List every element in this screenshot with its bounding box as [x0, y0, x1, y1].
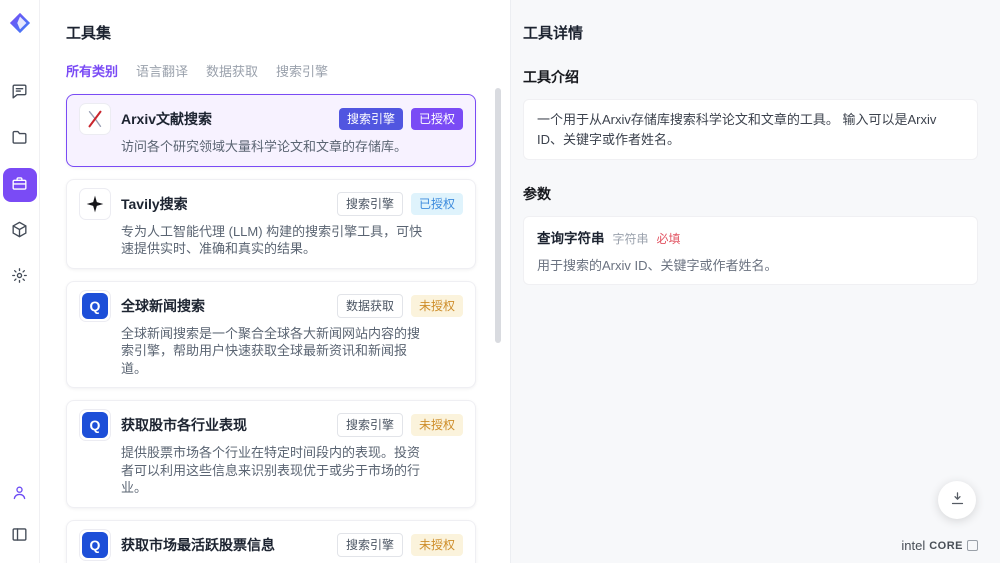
tool-title: Tavily搜索: [121, 194, 188, 214]
nav-items: [3, 76, 37, 294]
nav-rail: [0, 0, 40, 563]
tool-card-header: Q 获取股市各行业表现 搜索引擎 未授权: [79, 409, 463, 441]
category-badge: 搜索引擎: [337, 533, 403, 557]
tool-title: 全球新闻搜索: [121, 296, 205, 316]
nav-chat[interactable]: [3, 76, 37, 110]
category-badge: 搜索引擎: [339, 108, 403, 130]
tool-description: 全球新闻搜索是一个聚合全球各大新闻网站内容的搜索引擎，帮助用户快速获取全球最新资…: [121, 325, 423, 378]
tool-description: 专为人工智能代理 (LLM) 构建的搜索引擎工具，可快速提供实时、准确和真实的结…: [121, 223, 423, 258]
briefcase-icon: [10, 174, 29, 196]
market-logo: Q: [79, 409, 111, 441]
core-wordmark: CORE: [929, 540, 963, 552]
tool-card-header: Arxiv文献搜索 搜索引擎 已授权: [79, 103, 463, 135]
intro-heading: 工具介绍: [523, 67, 978, 87]
param-head: 查询字符串 字符串 必填: [537, 227, 964, 247]
tool-detail-pane: 工具详情 工具介绍 一个用于从Arxiv存储库搜索科学论文和文章的工具。 输入可…: [510, 0, 1000, 563]
panel-icon: [10, 525, 29, 547]
tab-data-fetch[interactable]: 数据获取: [206, 61, 258, 80]
tavily-logo: [79, 188, 111, 220]
tool-list-pane: 工具集 所有类别语言翻译数据获取搜索引擎 Arxiv文献搜索 搜索引擎 已授权 …: [40, 0, 510, 563]
core-tier-box: [967, 540, 978, 551]
auth-badge: 未授权: [411, 534, 463, 556]
download-button[interactable]: [938, 481, 976, 519]
param-description: 用于搜索的Arxiv ID、关键字或作者姓名。: [537, 255, 964, 274]
intro-card: 一个用于从Arxiv存储库搜索科学论文和文章的工具。 输入可以是Arxiv ID…: [523, 99, 978, 160]
tab-all-categories[interactable]: 所有类别: [66, 61, 118, 80]
tool-title: 获取市场最活跃股票信息: [121, 535, 275, 555]
nav-plugins[interactable]: [3, 214, 37, 248]
scrollbar-thumb[interactable]: [495, 88, 501, 343]
tool-card[interactable]: Tavily搜索 搜索引擎 已授权 专为人工智能代理 (LLM) 构建的搜索引擎…: [66, 179, 476, 269]
auth-badge: 未授权: [411, 414, 463, 436]
nav-settings[interactable]: [3, 260, 37, 294]
market-logo: Q: [79, 290, 111, 322]
tool-badges: 搜索引擎 已授权: [337, 192, 463, 216]
tool-card[interactable]: Q 获取股市各行业表现 搜索引擎 未授权 提供股票市场各个行业在特定时间段内的表…: [66, 400, 476, 508]
category-badge: 搜索引擎: [337, 192, 403, 216]
param-required-flag: 必填: [657, 230, 681, 247]
cube-icon: [10, 220, 29, 242]
category-badge: 数据获取: [337, 294, 403, 318]
tool-description: 访问各个研究领域大量科学论文和文章的存储库。: [121, 138, 423, 156]
download-icon: [949, 490, 966, 510]
tool-title: Arxiv文献搜索: [121, 109, 212, 129]
tool-card[interactable]: Arxiv文献搜索 搜索引擎 已授权 访问各个研究领域大量科学论文和文章的存储库…: [66, 94, 476, 167]
market-logo: Q: [79, 529, 111, 561]
tool-card-list: Arxiv文献搜索 搜索引擎 已授权 访问各个研究领域大量科学论文和文章的存储库…: [66, 94, 476, 563]
detail-title: 工具详情: [523, 22, 978, 43]
tab-search-engine[interactable]: 搜索引擎: [276, 61, 328, 80]
auth-badge: 已授权: [411, 193, 463, 215]
intel-wordmark: intel: [901, 538, 925, 553]
gear-icon: [10, 266, 29, 288]
tool-description: 提供股票市场各个行业在特定时间段内的表现。投资者可以利用这些信息来识别表现优于或…: [121, 444, 423, 497]
tool-card-header: Tavily搜索 搜索引擎 已授权: [79, 188, 463, 220]
page-title: 工具集: [66, 22, 476, 43]
param-type: 字符串: [613, 230, 649, 247]
app-root: 工具集 所有类别语言翻译数据获取搜索引擎 Arxiv文献搜索 搜索引擎 已授权 …: [0, 0, 1000, 563]
tool-badges: 搜索引擎 已授权: [339, 108, 463, 130]
tool-card-header: Q 获取市场最活跃股票信息 搜索引擎 未授权: [79, 529, 463, 561]
auth-badge: 未授权: [411, 295, 463, 317]
user-icon: [10, 483, 29, 505]
nav-files[interactable]: [3, 122, 37, 156]
tool-badges: 数据获取 未授权: [337, 294, 463, 318]
tool-title: 获取股市各行业表现: [121, 415, 247, 435]
nav-bottom: [3, 477, 37, 553]
nav-tools[interactable]: [3, 168, 37, 202]
category-tabs: 所有类别语言翻译数据获取搜索引擎: [66, 61, 476, 80]
nav-collapse[interactable]: [3, 519, 37, 553]
params-heading: 参数: [523, 184, 978, 204]
tab-translation[interactable]: 语言翻译: [136, 61, 188, 80]
category-badge: 搜索引擎: [337, 413, 403, 437]
app-logo[interactable]: [9, 12, 31, 34]
tool-card[interactable]: Q 全球新闻搜索 数据获取 未授权 全球新闻搜索是一个聚合全球各大新闻网站内容的…: [66, 281, 476, 389]
scrollbar-track[interactable]: [495, 88, 501, 557]
param-card: 查询字符串 字符串 必填 用于搜索的Arxiv ID、关键字或作者姓名。: [523, 216, 978, 285]
tool-card[interactable]: Q 获取市场最活跃股票信息 搜索引擎 未授权 提供当天交易量最高的股票列表，投资…: [66, 520, 476, 563]
intel-core-logo: intel CORE: [901, 538, 978, 553]
param-name: 查询字符串: [537, 227, 605, 247]
tool-badges: 搜索引擎 未授权: [337, 533, 463, 557]
arxiv-logo: [79, 103, 111, 135]
tool-badges: 搜索引擎 未授权: [337, 413, 463, 437]
nav-user[interactable]: [3, 477, 37, 511]
auth-badge: 已授权: [411, 108, 463, 130]
folder-icon: [10, 128, 29, 150]
intro-text: 一个用于从Arxiv存储库搜索科学论文和文章的工具。 输入可以是Arxiv ID…: [537, 110, 964, 149]
tool-card-header: Q 全球新闻搜索 数据获取 未授权: [79, 290, 463, 322]
chat-icon: [10, 82, 29, 104]
